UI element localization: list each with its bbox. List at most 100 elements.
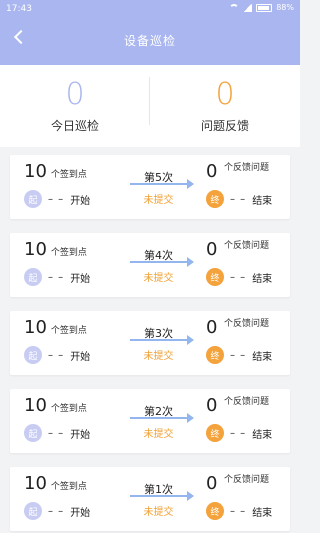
feedback-count: 0 个反馈问题 (206, 395, 286, 425)
feedback-count: 0 个反馈问题 (206, 317, 286, 347)
inspection-card[interactable]: 10 个签到点 起 – – 开始 第2次 未提交 0 个反馈问题 终 – – 结… (10, 389, 290, 453)
start-label: 开始 (70, 429, 91, 441)
submit-state: 未提交 (143, 273, 174, 284)
inspection-card[interactable]: 10 个签到点 起 – – 开始 第5次 未提交 0 个反馈问题 终 – – 结… (10, 155, 290, 219)
submit-state: 未提交 (143, 195, 174, 206)
start-time: – – (48, 271, 65, 283)
start-label: 开始 (70, 507, 91, 519)
start-time: – – (48, 505, 65, 517)
end-badge: 终 (206, 424, 224, 442)
submit-state: 未提交 (143, 351, 174, 362)
status-bar: 17:43 88% (0, 0, 300, 18)
status-icons: 88% (229, 3, 294, 12)
end-row: 终 – – 结束 (206, 346, 272, 364)
checkpoint-count-value: 10 (24, 473, 47, 494)
start-label: 开始 (70, 351, 91, 363)
round-info: 第5次 未提交 (116, 155, 201, 219)
status-time: 17:43 (6, 4, 32, 14)
feedback-count-label: 个反馈问题 (224, 241, 270, 251)
inspection-card[interactable]: 10 个签到点 起 – – 开始 第1次 未提交 0 个反馈问题 终 – – 结… (10, 467, 290, 531)
start-badge: 起 (24, 268, 42, 286)
feedback-count-label: 个反馈问题 (224, 475, 270, 485)
round-info: 第1次 未提交 (116, 467, 201, 531)
nav-bar: 设备巡检 (0, 22, 300, 60)
arrow-icon (130, 179, 194, 189)
start-label: 开始 (70, 273, 91, 285)
checkpoint-count-label: 个签到点 (50, 326, 87, 336)
end-label: 结束 (252, 351, 273, 363)
end-badge: 终 (206, 268, 224, 286)
issue-feedback-count: 0 (215, 77, 235, 112)
battery-icon (256, 3, 273, 12)
end-label: 结束 (252, 429, 273, 441)
end-label: 结束 (252, 195, 273, 207)
end-badge: 终 (206, 346, 224, 364)
start-time: – – (48, 427, 65, 439)
end-time: – – (230, 193, 247, 205)
checkpoint-count-value: 10 (24, 161, 47, 182)
end-label: 结束 (252, 507, 273, 519)
checkpoint-count-value: 10 (24, 395, 47, 416)
round-info: 第3次 未提交 (116, 311, 201, 375)
round-info: 第2次 未提交 (116, 389, 201, 453)
end-row: 终 – – 结束 (206, 190, 272, 208)
feedback-count-value: 0 (206, 473, 218, 494)
issue-feedback-label: 问题反馈 (200, 119, 249, 133)
checkpoint-count-label: 个签到点 (50, 404, 87, 414)
feedback-count-value: 0 (206, 239, 218, 260)
checkpoint-count: 10 个签到点 (24, 317, 87, 339)
end-row: 终 – – 结束 (206, 424, 272, 442)
submit-state: 未提交 (143, 507, 174, 518)
end-row: 终 – – 结束 (206, 502, 272, 520)
checkpoint-count: 10 个签到点 (24, 239, 87, 261)
checkpoint-count-label: 个签到点 (50, 248, 87, 258)
feedback-count-value: 0 (206, 317, 218, 338)
end-time: – – (230, 505, 247, 517)
round-info: 第4次 未提交 (116, 233, 201, 297)
feedback-count-value: 0 (206, 395, 218, 416)
start-badge: 起 (24, 502, 42, 520)
end-label: 结束 (252, 273, 273, 285)
checkpoint-count-value: 10 (24, 317, 47, 338)
inspection-card[interactable]: 10 个签到点 起 – – 开始 第3次 未提交 0 个反馈问题 终 – – 结… (10, 311, 290, 375)
end-badge: 终 (206, 190, 224, 208)
checkpoint-count-label: 个签到点 (50, 482, 87, 492)
end-row: 终 – – 结束 (206, 268, 272, 286)
feedback-count-label: 个反馈问题 (224, 163, 270, 173)
start-badge: 起 (24, 190, 42, 208)
issue-feedback-stat[interactable]: 0 问题反馈 (150, 65, 300, 147)
start-row: 起 – – 开始 (24, 190, 90, 208)
end-time: – – (230, 271, 247, 283)
inspection-card[interactable]: 10 个签到点 起 – – 开始 第4次 未提交 0 个反馈问题 终 – – 结… (10, 233, 290, 297)
app-header: 17:43 88% 设备巡检 (0, 0, 300, 65)
start-label: 开始 (70, 195, 91, 207)
feedback-count-value: 0 (206, 161, 218, 182)
submit-state: 未提交 (143, 429, 174, 440)
arrow-icon (130, 413, 194, 423)
start-time: – – (48, 193, 65, 205)
start-badge: 起 (24, 346, 42, 364)
wifi-icon (229, 3, 240, 12)
end-badge: 终 (206, 502, 224, 520)
start-row: 起 – – 开始 (24, 268, 90, 286)
feedback-count-label: 个反馈问题 (224, 319, 270, 329)
arrow-icon (130, 257, 194, 267)
today-inspection-count: 0 (65, 77, 85, 112)
start-row: 起 – – 开始 (24, 502, 90, 520)
checkpoint-count-value: 10 (24, 239, 47, 260)
battery-level: 88% (276, 3, 294, 12)
start-badge: 起 (24, 424, 42, 442)
start-time: – – (48, 349, 65, 361)
feedback-count: 0 个反馈问题 (206, 239, 286, 269)
end-time: – – (230, 349, 247, 361)
checkpoint-count: 10 个签到点 (24, 161, 87, 183)
arrow-icon (130, 335, 194, 345)
start-row: 起 – – 开始 (24, 346, 90, 364)
today-inspection-label: 今日巡检 (50, 119, 99, 133)
feedback-count: 0 个反馈问题 (206, 473, 286, 503)
signal-icon (243, 3, 253, 12)
checkpoint-count: 10 个签到点 (24, 473, 87, 495)
start-row: 起 – – 开始 (24, 424, 90, 442)
today-inspection-stat[interactable]: 0 今日巡检 (0, 65, 150, 147)
page-title: 设备巡检 (123, 34, 176, 48)
